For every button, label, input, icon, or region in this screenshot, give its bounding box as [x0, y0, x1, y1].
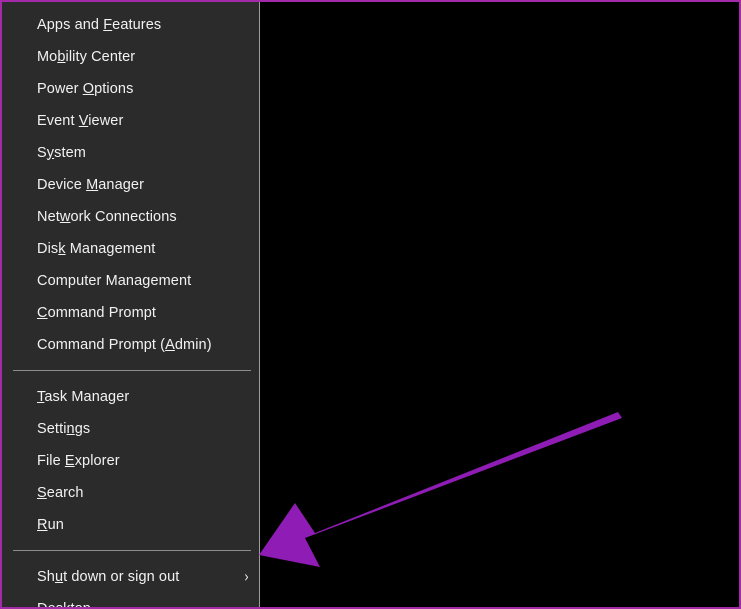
menu-item-label: Run [37, 516, 64, 533]
menu-item-task-manager[interactable]: Task Manager [1, 381, 259, 413]
screen: Apps and Features Mobility Center Power Op… [0, 0, 741, 609]
menu-item-label: Disk Management [37, 240, 156, 257]
menu-item-label: Desktop [37, 600, 91, 609]
menu-item-label: Task Manager [37, 388, 130, 405]
menu-item-system[interactable]: System [1, 137, 259, 169]
menu-item-apps-and-features[interactable]: Apps and Features [1, 9, 259, 41]
menu-item-run[interactable]: Run [1, 509, 259, 541]
menu-item-label: System [37, 144, 86, 161]
menu-item-list: Apps and Features Mobility Center Power Op… [1, 0, 259, 609]
menu-item-label: Computer Management [37, 272, 192, 289]
menu-item-label: Command Prompt (Admin) [37, 336, 212, 353]
menu-item-label: Settings [37, 420, 91, 437]
menu-item-command-prompt-admin[interactable]: Command Prompt (Admin) [1, 329, 259, 361]
menu-item-disk-management[interactable]: Disk Management [1, 233, 259, 265]
menu-item-label: File Explorer [37, 452, 120, 469]
menu-item-label: Search [37, 484, 84, 501]
desktop-background [261, 0, 741, 609]
menu-item-file-explorer[interactable]: File Explorer [1, 445, 259, 477]
menu-item-label: Apps and Features [37, 16, 162, 33]
menu-item-power-options[interactable]: Power Options [1, 73, 259, 105]
menu-item-search[interactable]: Search [1, 477, 259, 509]
menu-item-command-prompt[interactable]: Command Prompt [1, 297, 259, 329]
menu-separator [13, 370, 251, 371]
chevron-right-icon: › [244, 567, 249, 587]
menu-separator [13, 550, 251, 551]
menu-item-label: Shut down or sign out [37, 568, 180, 585]
menu-item-shut-down-or-sign-out[interactable]: Shut down or sign out › [1, 561, 259, 593]
quick-link-context-menu: Apps and Features Mobility Center Power Op… [1, 0, 260, 609]
menu-item-label: Command Prompt [37, 304, 157, 321]
menu-item-device-manager[interactable]: Device Manager [1, 169, 259, 201]
menu-item-label: Power Options [37, 80, 134, 97]
menu-item-desktop[interactable]: Desktop [1, 593, 259, 609]
menu-item-event-viewer[interactable]: Event Viewer [1, 105, 259, 137]
menu-item-mobility-center[interactable]: Mobility Center [1, 41, 259, 73]
menu-item-network-connections[interactable]: Network Connections [1, 201, 259, 233]
menu-item-label: Event Viewer [37, 112, 124, 129]
menu-item-computer-management[interactable]: Computer Management [1, 265, 259, 297]
menu-item-label: Mobility Center [37, 48, 136, 65]
menu-item-label: Device Manager [37, 176, 144, 193]
menu-item-label: Network Connections [37, 208, 177, 225]
menu-item-settings[interactable]: Settings [1, 413, 259, 445]
